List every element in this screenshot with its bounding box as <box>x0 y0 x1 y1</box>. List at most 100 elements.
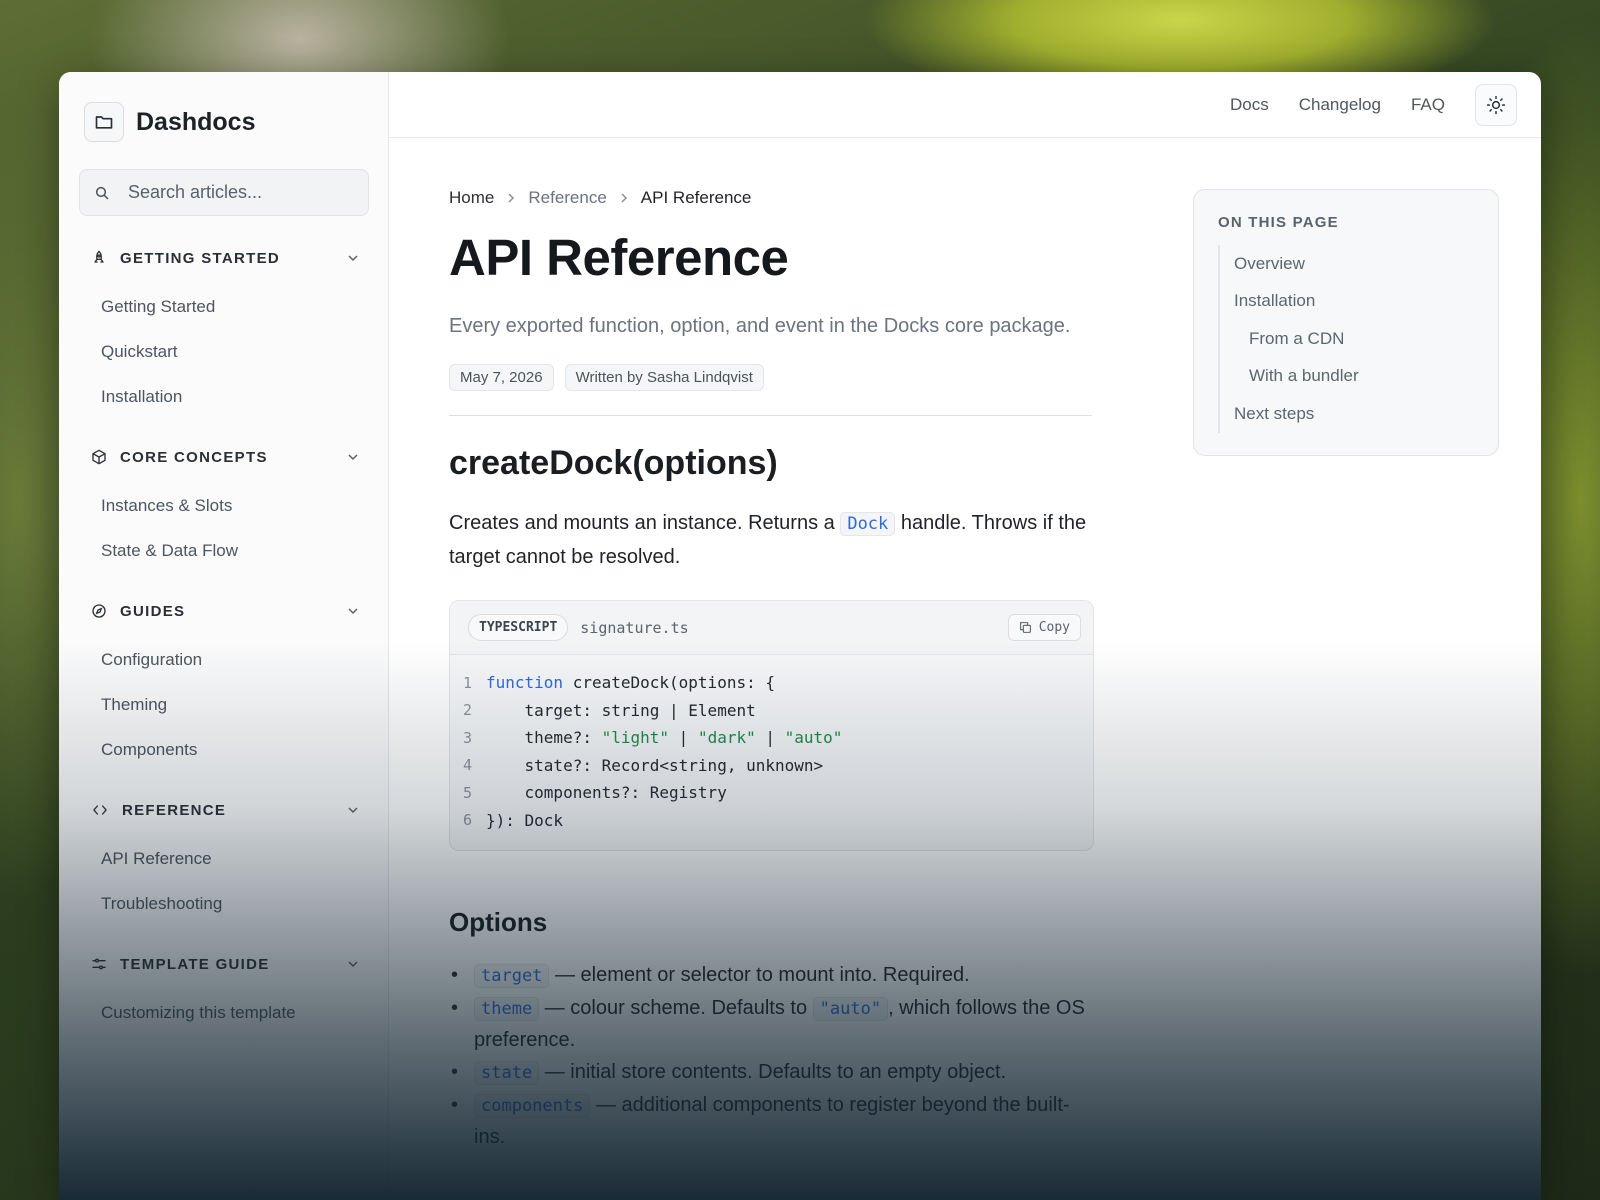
sidebar-item[interactable]: Quickstart <box>59 329 389 374</box>
breadcrumb: Home Reference API Reference <box>449 188 1094 208</box>
toc-item[interactable]: From a CDN <box>1234 320 1474 358</box>
sidebar-item[interactable]: Installation <box>59 374 389 419</box>
folder-icon <box>84 102 124 142</box>
option-description: — colour scheme. Defaults to <box>539 997 813 1019</box>
search-icon <box>94 185 110 201</box>
sun-icon <box>1486 95 1506 115</box>
line-number: 5 <box>462 783 472 802</box>
code-token: target: string | Element <box>486 700 756 720</box>
sidebar-item[interactable]: Instances & Slots <box>59 483 389 528</box>
code-line: 6 }): Dock <box>450 807 1093 835</box>
list-item: target — element or selector to mount in… <box>449 960 1094 992</box>
sidebar-item[interactable]: Theming <box>59 682 389 727</box>
option-name-code: components <box>474 1094 591 1118</box>
brand-name: Dashdocs <box>136 107 256 136</box>
docs-window: Dashdocs GETTING STARTED Getting StartedQ… <box>59 72 1541 1200</box>
line-number: 6 <box>462 811 472 830</box>
code-token: theme?: <box>486 728 602 748</box>
date-badge: May 7, 2026 <box>449 364 554 391</box>
code-token: createDock(options: { <box>563 673 775 693</box>
sidebar-section-title: TEMPLATE GUIDE <box>91 956 270 973</box>
sidebar-section-title: GUIDES <box>91 603 185 620</box>
code-block: TYPESCRIPT signature.ts Copy 1 function c… <box>449 600 1094 851</box>
code-header: TYPESCRIPT signature.ts Copy <box>450 601 1093 655</box>
chevron-down-icon[interactable] <box>347 958 359 970</box>
toc-list: Overview Installation From a CDN With a bun… <box>1218 245 1474 433</box>
sidebar-section-items: Getting Started Quickstart Installation <box>59 284 389 431</box>
sidebar-section-items: Configuration Theming Components <box>59 637 389 784</box>
breadcrumb-reference[interactable]: Reference <box>528 188 606 208</box>
sidebar-section-header[interactable]: GUIDES <box>59 585 389 637</box>
toc-item[interactable]: Next steps <box>1234 395 1474 433</box>
code-line: 3 theme?: "light" | "dark" | "auto" <box>450 724 1093 752</box>
list-item: state — initial store contents. Defaults… <box>449 1057 1094 1089</box>
section-label: TEMPLATE GUIDE <box>120 955 270 973</box>
sidebar-item[interactable]: API Reference <box>59 836 389 881</box>
chevron-down-icon[interactable] <box>347 605 359 617</box>
code-token: components?: Registry <box>486 783 727 803</box>
code-line: 5 components?: Registry <box>450 779 1093 807</box>
options-heading: Options <box>449 907 548 937</box>
search-box[interactable] <box>79 169 369 216</box>
rocket-icon <box>91 250 107 266</box>
divider <box>449 415 1092 416</box>
section-heading: createDock(options) <box>449 444 778 482</box>
top-link-docs[interactable]: Docs <box>1230 95 1269 115</box>
sidebar-section-header[interactable]: GETTING STARTED <box>59 232 389 284</box>
toc-item[interactable]: Overview <box>1234 245 1474 283</box>
sidebar-nav: GETTING STARTED Getting Started Quickstart… <box>59 232 389 1047</box>
theme-toggle-button[interactable] <box>1475 83 1517 126</box>
sidebar-item[interactable]: Getting Started <box>59 284 389 329</box>
chevron-down-icon[interactable] <box>347 804 359 816</box>
section-label: CORE CONCEPTS <box>120 448 268 466</box>
option-name-code: target <box>474 964 550 988</box>
option-default-code: "auto" <box>812 997 889 1021</box>
chevron-down-icon[interactable] <box>347 252 359 264</box>
para-text: Creates and mounts an instance. Returns … <box>449 512 841 534</box>
copy-label: Copy <box>1038 620 1070 635</box>
top-link-changelog[interactable]: Changelog <box>1299 95 1381 115</box>
toc-item[interactable]: Installation <box>1234 283 1474 321</box>
top-bar: Docs Changelog FAQ <box>389 72 1541 138</box>
brand[interactable]: Dashdocs <box>84 102 255 142</box>
sidebar-item[interactable]: Troubleshooting <box>59 881 389 926</box>
code-line: 2 target: string | Element <box>450 697 1093 725</box>
toc-item[interactable]: With a bundler <box>1234 358 1474 396</box>
code-token: "auto" <box>784 728 843 748</box>
chevron-right-icon <box>619 193 629 203</box>
breadcrumb-home[interactable]: Home <box>449 188 494 208</box>
sidebar-section-header[interactable]: REFERENCE <box>59 784 389 836</box>
code-filename: signature.ts <box>580 618 689 637</box>
sidebar: Dashdocs GETTING STARTED Getting StartedQ… <box>59 72 389 1200</box>
sliders-icon <box>91 956 107 972</box>
chevron-right-icon <box>506 193 516 203</box>
sidebar-item[interactable]: Components <box>59 727 389 772</box>
sidebar-item[interactable]: Customizing this template <box>59 990 389 1035</box>
sidebar-section-title: CORE CONCEPTS <box>91 449 268 466</box>
sidebar-item[interactable]: State & Data Flow <box>59 528 389 573</box>
sidebar-section-header[interactable]: TEMPLATE GUIDE <box>59 938 389 990</box>
line-number: 4 <box>462 756 472 775</box>
option-description: — initial store contents. Defaults to an… <box>539 1061 1007 1083</box>
sidebar-section-header[interactable]: CORE CONCEPTS <box>59 431 389 483</box>
inline-code: Dock <box>840 512 896 536</box>
sidebar-section-items: Customizing this template <box>59 990 389 1047</box>
language-tag: TYPESCRIPT <box>468 614 569 641</box>
table-of-contents: ON THIS PAGE Overview Installation From a … <box>1193 189 1499 456</box>
code-token: }): Dock <box>486 810 564 830</box>
cube-icon <box>91 449 107 465</box>
code-token: function <box>486 673 564 693</box>
sidebar-item[interactable]: Configuration <box>59 637 389 682</box>
search-input[interactable] <box>128 182 348 203</box>
copy-button[interactable]: Copy <box>1007 614 1081 641</box>
sidebar-section-title: GETTING STARTED <box>91 250 280 267</box>
code-token: "dark" <box>697 728 756 748</box>
top-link-faq[interactable]: FAQ <box>1411 95 1445 115</box>
page-title: API Reference <box>449 229 789 286</box>
list-item: components — additional components to re… <box>449 1090 1094 1153</box>
chevron-down-icon[interactable] <box>347 451 359 463</box>
line-number: 2 <box>462 701 472 720</box>
options-list: target — element or selector to mount in… <box>449 960 1094 1153</box>
code-token: | <box>755 728 785 748</box>
toc-title: ON THIS PAGE <box>1218 214 1339 231</box>
